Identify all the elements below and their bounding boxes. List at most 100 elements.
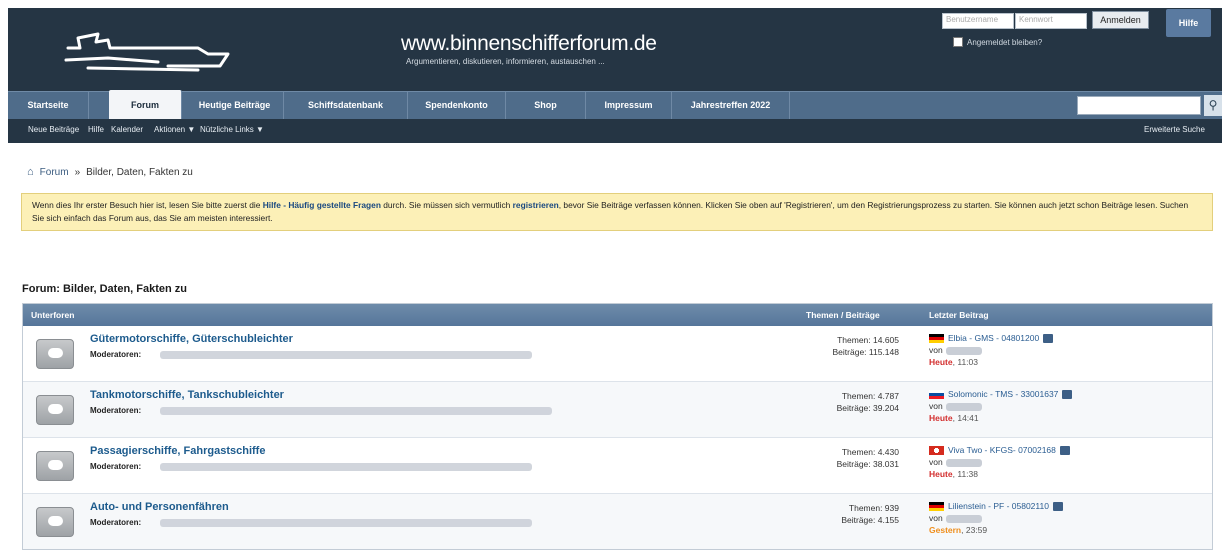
goto-last-post-icon[interactable]	[1062, 389, 1073, 399]
tab-shop[interactable]: Shop	[506, 92, 586, 119]
login-button[interactable]: Anmelden	[1092, 11, 1149, 29]
post-time: , 14:41	[952, 413, 979, 423]
subnav-help[interactable]: Hilfe	[88, 125, 104, 134]
remember-checkbox[interactable]	[953, 37, 963, 47]
moderators-list	[160, 519, 532, 527]
search-input[interactable]	[1077, 96, 1201, 115]
notice-text-2: durch. Sie müssen sich vermutlich	[380, 200, 513, 210]
tab-heutige-beitraege[interactable]: Heutige Beiträge	[186, 92, 284, 119]
tab-spendenkonto[interactable]: Spendenkonto	[408, 92, 506, 119]
subnav-actions[interactable]: Aktionen ▼	[154, 125, 195, 134]
goto-last-post-icon[interactable]	[1043, 333, 1054, 343]
site-subtitle: Argumentieren, diskutieren, informieren,…	[406, 57, 605, 66]
breadcrumb-separator: »	[74, 166, 81, 178]
topics-count: Themen: 14.605	[837, 335, 899, 345]
posts-count: Beiträge: 4.155	[841, 515, 899, 525]
forum-stats: Themen: 4.430 Beiträge: 38.031	[837, 446, 899, 470]
post-day: Heute	[929, 357, 953, 367]
moderators-label: Moderatoren:	[90, 518, 142, 527]
goto-last-post-icon[interactable]	[1059, 445, 1070, 455]
table-header: Unterforen Themen / Beiträge Letzter Bei…	[23, 304, 1212, 326]
topics-count: Themen: 939	[848, 503, 899, 513]
author-link[interactable]	[945, 402, 982, 411]
forum-title[interactable]: Passagierschiffe, Fahrgastschiffe	[90, 445, 265, 457]
help-button[interactable]: Hilfe	[1166, 9, 1211, 37]
moderators-label: Moderatoren:	[90, 350, 142, 359]
flag-germany-icon	[929, 333, 944, 343]
topics-count: Themen: 4.787	[841, 391, 899, 401]
faq-link[interactable]: Hilfe - Häufig gestellte Fragen	[263, 200, 381, 210]
home-icon[interactable]: ⌂	[27, 166, 34, 178]
last-thread-link[interactable]: Elbia - GMS - 04801200	[948, 332, 1039, 344]
remember-label: Angemeldet bleiben?	[967, 37, 1043, 47]
subnav-useful-links[interactable]: Nützliche Links ▼	[200, 125, 264, 134]
remember-me[interactable]: Angemeldet bleiben?	[953, 37, 1042, 47]
tab-forum[interactable]: Forum	[109, 90, 182, 120]
table-row: Tankmotorschiffe, Tankschubleichter Mode…	[23, 382, 1212, 438]
forum-icon	[36, 507, 74, 537]
tab-startseite[interactable]: Startseite	[8, 92, 89, 119]
forum-heading: Forum: Bilder, Daten, Fakten zu	[22, 283, 188, 295]
last-thread-link[interactable]: Lilienstein - PF - 05802110	[948, 500, 1049, 512]
col-last-post: Letzter Beitrag	[929, 310, 989, 320]
subnav-calendar[interactable]: Kalender	[111, 125, 143, 134]
table-row: Auto- und Personenfähren Moderatoren: Th…	[23, 494, 1212, 549]
tab-jahrestreffen[interactable]: Jahrestreffen 2022	[672, 92, 790, 119]
subnav-new-posts[interactable]: Neue Beiträge	[28, 125, 79, 134]
main-nav: Startseite Forum Heutige Beiträge Schiff…	[8, 90, 1222, 120]
ship-logo-icon[interactable]	[48, 18, 248, 78]
subforum-table: Unterforen Themen / Beiträge Letzter Bei…	[22, 303, 1213, 550]
col-stats: Themen / Beiträge	[806, 310, 880, 320]
forum-icon	[36, 339, 74, 369]
author-link[interactable]	[945, 458, 982, 467]
post-time: , 11:38	[952, 469, 978, 479]
forum-stats: Themen: 4.787 Beiträge: 39.204	[837, 390, 899, 414]
flag-germany-icon	[929, 501, 944, 511]
site-header: www.binnenschifferforum.de Argumentieren…	[8, 8, 1222, 91]
moderators-label: Moderatoren:	[90, 462, 142, 471]
forum-title[interactable]: Gütermotorschiffe, Güterschubleichter	[90, 333, 293, 345]
by-label: von	[929, 401, 943, 411]
table-row: Gütermotorschiffe, Güterschubleichter Mo…	[23, 326, 1212, 382]
by-label: von	[929, 513, 943, 523]
author-link[interactable]	[945, 346, 982, 355]
posts-count: Beiträge: 39.204	[836, 403, 899, 413]
tab-schiffsdatenbank[interactable]: Schiffsdatenbank	[284, 92, 408, 119]
posts-count: Beiträge: 115.148	[832, 347, 899, 357]
forum-icon	[36, 451, 74, 481]
last-post: Solomonic - TMS - 33001637 von Heute, 14…	[929, 388, 1073, 424]
subnav-advanced-search[interactable]: Erweiterte Suche	[1144, 125, 1205, 134]
by-label: von	[929, 457, 943, 467]
posts-count: Beiträge: 38.031	[836, 459, 899, 469]
moderators-label: Moderatoren:	[90, 406, 142, 415]
flag-slovakia-icon	[929, 389, 944, 399]
search-icon[interactable]: ⚲	[1204, 95, 1222, 116]
forum-icon	[36, 395, 74, 425]
forum-stats: Themen: 14.605 Beiträge: 115.148	[833, 334, 899, 358]
forum-stats: Themen: 939 Beiträge: 4.155	[841, 502, 899, 526]
site-title[interactable]: www.binnenschifferforum.de	[401, 32, 657, 56]
breadcrumb-forum[interactable]: Forum	[40, 167, 69, 178]
post-day: Heute	[929, 413, 953, 423]
by-label: von	[929, 345, 943, 355]
register-link[interactable]: registrieren	[513, 200, 559, 210]
tab-impressum[interactable]: Impressum	[586, 92, 672, 119]
post-time: , 23:59	[961, 525, 988, 535]
last-thread-link[interactable]: Viva Two - KFGS- 07002168	[948, 444, 1056, 456]
col-subforums: Unterforen	[31, 310, 75, 320]
forum-title[interactable]: Tankmotorschiffe, Tankschubleichter	[90, 389, 284, 401]
author-link[interactable]	[945, 514, 982, 523]
password-input[interactable]: Kennwort	[1015, 13, 1087, 29]
moderators-list	[160, 407, 552, 415]
forum-title[interactable]: Auto- und Personenfähren	[90, 501, 229, 513]
last-post: Elbia - GMS - 04801200 von Heute, 11:03	[929, 332, 1054, 368]
post-day: Gestern	[929, 525, 962, 535]
flag-switzerland-icon	[929, 445, 944, 455]
post-day: Heute	[929, 469, 953, 479]
username-input[interactable]: Benutzername	[942, 13, 1014, 29]
notice-text-1: Wenn dies Ihr erster Besuch hier ist, le…	[32, 200, 263, 210]
last-thread-link[interactable]: Solomonic - TMS - 33001637	[948, 388, 1058, 400]
goto-last-post-icon[interactable]	[1052, 501, 1063, 511]
sub-nav: Neue Beiträge Hilfe Kalender Aktionen ▼ …	[8, 119, 1222, 143]
moderators-list	[160, 351, 532, 359]
